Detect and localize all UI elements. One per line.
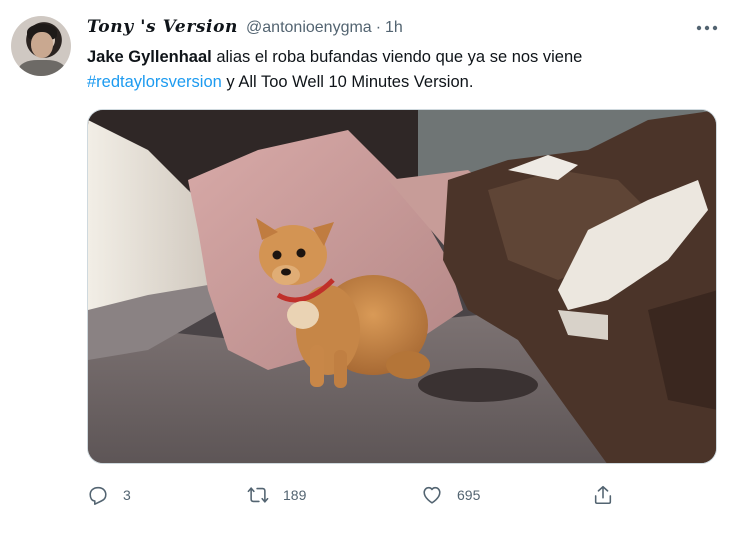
dog-photo bbox=[88, 110, 716, 463]
tweet-text-bold: Jake Gyllenhaal bbox=[87, 48, 212, 66]
user-handle[interactable]: @antonioenygma bbox=[246, 19, 372, 37]
display-name[interactable]: Tony 's Version bbox=[87, 17, 238, 37]
tweet-media-image[interactable] bbox=[87, 109, 717, 464]
retweet-count: 189 bbox=[283, 487, 307, 503]
avatar-shirt bbox=[19, 60, 65, 76]
tweet-header: Tony 's Version @antonioenygma · 1h bbox=[87, 17, 403, 41]
avatar[interactable] bbox=[11, 16, 71, 76]
heart-icon bbox=[423, 486, 441, 504]
more-dots-icon[interactable] bbox=[696, 24, 718, 32]
like-count: 695 bbox=[457, 487, 481, 503]
header-separator: · bbox=[375, 19, 382, 36]
hashtag-link[interactable]: #redtaylorsversion bbox=[87, 73, 222, 91]
tweet-text-part2: y All Too Well 10 Minutes Version. bbox=[221, 73, 474, 91]
retweet-button[interactable]: 189 bbox=[247, 481, 306, 509]
reply-count: 3 bbox=[123, 487, 131, 503]
reply-icon bbox=[89, 486, 107, 505]
like-button[interactable]: 695 bbox=[421, 481, 480, 509]
action-bar: 3 189 695 bbox=[87, 481, 627, 509]
reply-button[interactable]: 3 bbox=[87, 481, 131, 509]
timestamp[interactable]: 1h bbox=[385, 19, 403, 37]
avatar-face bbox=[31, 32, 53, 58]
tweet[interactable]: Tony 's Version @antonioenygma · 1h Jake… bbox=[0, 0, 740, 539]
tweet-text: Jake Gyllenhaal alias el roba bufandas v… bbox=[87, 45, 707, 95]
retweet-icon bbox=[247, 487, 269, 503]
share-icon bbox=[594, 485, 612, 505]
tweet-text-part1: alias el roba bufandas viendo que ya se … bbox=[211, 48, 583, 66]
share-button[interactable] bbox=[592, 481, 614, 509]
